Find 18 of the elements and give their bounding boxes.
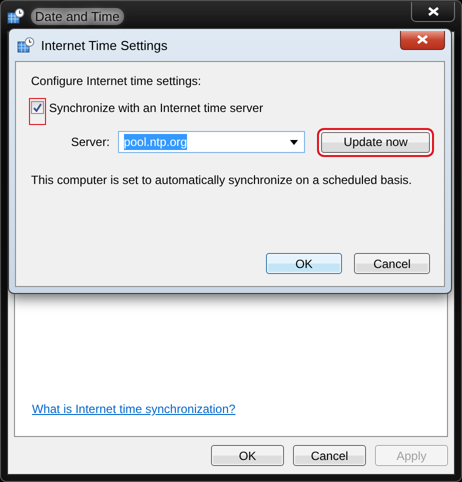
ok-button[interactable]: OK: [211, 445, 284, 466]
close-icon: [428, 7, 438, 16]
section-heading: Configure Internet time settings:: [31, 74, 202, 88]
close-button[interactable]: [411, 2, 455, 22]
close-icon: [417, 35, 428, 44]
checkbox-label: Synchronize with an Internet time server: [49, 100, 264, 114]
close-button[interactable]: [400, 30, 445, 50]
status-text: This computer is set to automatically synchronize on a scheduled basis.: [31, 173, 412, 187]
calendar-clock-icon: [7, 8, 25, 24]
cancel-button[interactable]: Cancel: [354, 253, 430, 274]
dropdown-arrow-icon: [290, 140, 298, 144]
server-label: Server:: [71, 135, 110, 149]
ok-button[interactable]: OK: [266, 253, 342, 274]
cancel-button[interactable]: Cancel: [293, 445, 366, 466]
help-link[interactable]: What is Internet time synchronization?: [32, 402, 236, 416]
dialog-title: Internet Time Settings: [41, 38, 168, 52]
calendar-clock-icon: [17, 37, 35, 53]
sync-checkbox[interactable]: [31, 101, 44, 114]
